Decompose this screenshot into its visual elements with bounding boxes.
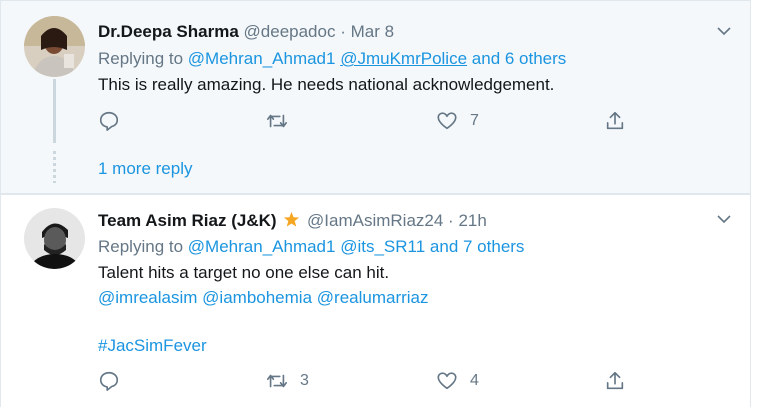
tweet-header: Team Asim Riaz (J&K) @IamAsimRiaz24 · 21…: [98, 211, 487, 233]
share-button[interactable]: [604, 369, 626, 393]
replying-prefix: Replying to: [98, 237, 184, 256]
like-count: 4: [470, 372, 479, 389]
retweet-icon: [267, 374, 287, 388]
tweet-text: Talent hits a target no one else can hit…: [98, 263, 390, 282]
reply-others-link[interactable]: and 7 others: [430, 237, 525, 256]
tweet[interactable]: Team Asim Riaz (J&K) @IamAsimRiaz24 · 21…: [0, 194, 751, 407]
chevron-down-icon[interactable]: [716, 211, 732, 227]
display-name[interactable]: Team Asim Riaz (J&K): [98, 211, 277, 230]
avatar[interactable]: [24, 208, 85, 269]
share-icon: [606, 111, 624, 130]
reply-button[interactable]: [98, 369, 132, 393]
mention-link[interactable]: @imrealasim: [98, 288, 197, 307]
hashtag-link[interactable]: #JacSimFever: [98, 336, 207, 356]
heart-icon: [437, 372, 457, 390]
tweet[interactable]: Dr.Deepa Sharma @deepadoc · Mar 8 Replyi…: [0, 0, 751, 144]
separator: ·: [448, 211, 454, 230]
heart-icon: [437, 112, 457, 130]
reply-icon: [99, 371, 119, 391]
tweet-header: Dr.Deepa Sharma @deepadoc · Mar 8: [98, 22, 394, 42]
handle[interactable]: @IamAsimRiaz24: [307, 211, 443, 230]
thread-connector: [53, 79, 56, 144]
timestamp[interactable]: 21h: [458, 211, 486, 230]
display-name[interactable]: Dr.Deepa Sharma: [98, 22, 239, 41]
like-button[interactable]: 7: [436, 109, 479, 133]
avatar[interactable]: [24, 16, 85, 77]
replying-to: Replying to @Mehran_Ahmad1 @JmuKmrPolice…: [98, 49, 566, 69]
retweet-icon: [267, 114, 287, 128]
tweet-mentions: @imrealasim @iambohemia @realumarriaz: [98, 288, 429, 308]
mention-link[interactable]: @iambohemia: [202, 288, 312, 307]
reply-button[interactable]: [98, 109, 132, 133]
retweet-button[interactable]: 3: [266, 369, 309, 393]
replying-prefix: Replying to: [98, 49, 184, 68]
share-button[interactable]: [604, 109, 626, 133]
more-replies-link[interactable]: 1 more reply: [98, 159, 192, 179]
thread-connector-dotted: [53, 151, 56, 183]
more-replies-row[interactable]: 1 more reply: [0, 143, 751, 194]
reply-user-link[interactable]: @JmuKmrPolice: [340, 49, 467, 68]
chevron-down-icon[interactable]: [716, 23, 732, 39]
reply-user-link[interactable]: @Mehran_Ahmad1: [188, 49, 336, 68]
star-icon: [283, 211, 300, 233]
reply-user-link[interactable]: @its_SR11: [340, 237, 425, 256]
like-button[interactable]: 4: [436, 369, 479, 393]
tweet-actions: 7: [98, 109, 638, 133]
retweet-count: 3: [300, 372, 309, 389]
replying-to: Replying to @Mehran_Ahmad1 @its_SR11 and…: [98, 237, 524, 257]
mention-link[interactable]: @realumarriaz: [317, 288, 429, 307]
separator: ·: [340, 22, 346, 41]
retweet-button[interactable]: [266, 109, 300, 133]
reply-icon: [99, 111, 119, 131]
reply-user-link[interactable]: @Mehran_Ahmad1: [188, 237, 336, 256]
handle[interactable]: @deepadoc: [244, 22, 336, 41]
share-icon: [606, 371, 624, 390]
reply-others-link[interactable]: and 6 others: [472, 49, 567, 68]
tweet-actions: 3 4: [98, 369, 638, 393]
like-count: 7: [470, 112, 479, 129]
tweet-text: This is really amazing. He needs nationa…: [98, 75, 555, 94]
timestamp[interactable]: Mar 8: [351, 22, 394, 41]
